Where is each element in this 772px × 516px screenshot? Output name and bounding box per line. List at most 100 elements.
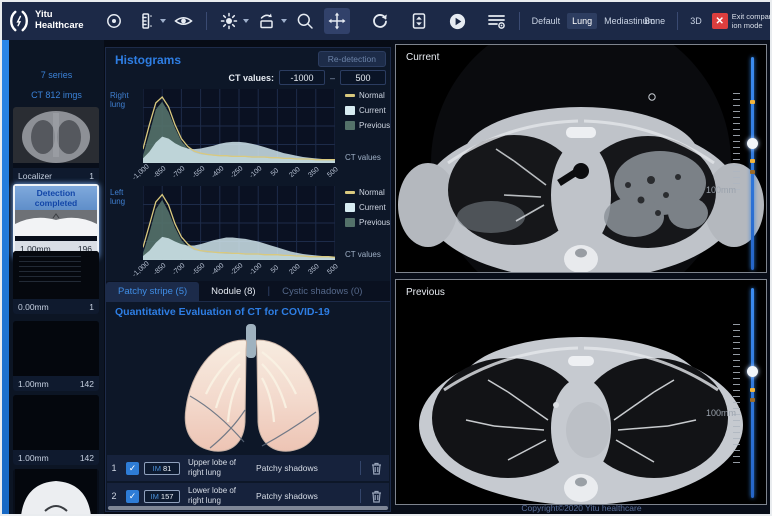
finding-tabs: Patchy stripe (5) Nodule (8) | Cystic sh…	[106, 281, 390, 302]
lesion-marker-dot[interactable]	[750, 388, 755, 392]
delete-row-button[interactable]	[367, 462, 385, 475]
current-swatch	[345, 203, 355, 212]
left-accent-bar	[2, 40, 9, 514]
eye-icon[interactable]	[171, 8, 197, 34]
measure-dropdown-caret[interactable]	[160, 19, 166, 23]
detection-thumbnail-image	[15, 210, 97, 236]
im-label: IM	[151, 492, 159, 501]
current-slice-slider[interactable]	[751, 57, 754, 270]
slider-handle[interactable]	[747, 138, 758, 149]
dose-report-thumbnail-image	[13, 251, 99, 299]
legend-previous: Previous	[359, 121, 390, 130]
previous-slice-slider[interactable]	[751, 288, 754, 498]
horizontal-scrollbar[interactable]	[108, 506, 388, 510]
ct-max-input[interactable]	[340, 70, 386, 85]
redetection-button[interactable]: Re-detection	[318, 51, 386, 67]
preset-mediastinum-button[interactable]: Mediastinum	[599, 13, 637, 29]
left-lung-label: Leftlung	[110, 188, 142, 206]
histogram-svg	[143, 89, 335, 163]
ct-values-axis-label: CT values	[345, 153, 381, 162]
right-lung-label: Rightlung	[110, 91, 142, 109]
pan-icon[interactable]	[324, 8, 350, 34]
exit-comparation-label: Exit comparation mode	[732, 12, 772, 30]
series-thumbnail-image	[13, 395, 99, 450]
row-checkbox[interactable]: ✓	[126, 490, 139, 503]
flip-rotate-icon[interactable]	[254, 8, 280, 34]
lesion-marker-dot[interactable]	[750, 398, 755, 402]
annotation-list-icon[interactable]	[484, 8, 510, 34]
previous-swatch	[345, 121, 355, 130]
series-thumbnail-dose-report[interactable]: 0.00mm 1	[13, 251, 99, 314]
current-swatch	[345, 106, 355, 115]
evaluation-title: Quantitative Evaluation of CT for COVID-…	[115, 306, 330, 318]
app-logo: Yitu Healthcare	[8, 9, 84, 33]
series-count: 1	[89, 171, 94, 181]
left-lung-chart[interactable]	[143, 186, 335, 260]
ct-min-input[interactable]	[279, 70, 325, 85]
scale-label: 100mm	[706, 185, 736, 195]
lesion-marker-dot[interactable]	[750, 170, 755, 174]
tab-cystic-shadows[interactable]: Cystic shadows (0)	[270, 282, 374, 301]
previous-viewport[interactable]: Previous	[395, 279, 767, 505]
series-thumbnail-5[interactable]: 1.00mm 142	[13, 395, 99, 465]
ct-values-range: CT values: –	[228, 70, 386, 85]
legend-previous: Previous	[359, 218, 390, 227]
cine-play-icon[interactable]	[445, 8, 471, 34]
current-viewport[interactable]: Current	[395, 44, 767, 273]
flip-rotate-dropdown-caret[interactable]	[281, 19, 287, 23]
series-thumbnail-image	[13, 469, 99, 516]
brand-line-2: Healthcare	[35, 21, 84, 32]
lesion-marker-dot[interactable]	[750, 159, 755, 163]
previous-swatch	[345, 218, 355, 227]
series-thumbnail-6[interactable]	[13, 469, 99, 516]
thumbnail-label: Localizer 1	[13, 168, 99, 183]
histogram-legend: Normal Current Previous	[345, 188, 390, 233]
toolbar-separator	[519, 12, 520, 30]
series-thumbnail-4[interactable]: 1.00mm 142	[13, 321, 99, 391]
lesion-marker-dot[interactable]	[750, 100, 755, 104]
window-level-dropdown-caret[interactable]	[243, 19, 249, 23]
histogram-legend: Normal Current Previous	[345, 91, 390, 136]
lung-illustration	[156, 324, 346, 452]
preset-bone-button[interactable]: Bone	[639, 13, 670, 29]
row-checkbox[interactable]: ✓	[126, 462, 139, 475]
image-number-badge[interactable]: IM 157	[144, 490, 180, 503]
tab-patchy-stripe[interactable]: Patchy stripe (5)	[106, 282, 199, 301]
toolbar-separator	[206, 12, 207, 30]
tab-nodule[interactable]: Nodule (8)	[199, 282, 267, 301]
preset-lung-button[interactable]: Lung	[567, 13, 597, 29]
series-scroll-icon[interactable]	[406, 8, 432, 34]
application-window: Yitu Healthcare	[0, 0, 772, 516]
measure-icon[interactable]	[133, 8, 159, 34]
exit-comparation-group: ✕ Exit comparation mode	[712, 12, 772, 30]
thumbnail-label: 0.00mm 1	[13, 299, 99, 314]
detection-status-badge: Detection completed	[15, 186, 97, 210]
analysis-panel: Histograms Re-detection CT values: – Rig…	[105, 47, 391, 512]
series-label: 1.00mm	[18, 379, 49, 389]
legend-normal: Normal	[359, 91, 385, 100]
zoom-icon[interactable]	[292, 8, 318, 34]
series-thumbnail-detection[interactable]: Detection completed 1.00mm 196	[13, 184, 99, 258]
legend-current: Current	[359, 203, 386, 212]
copyright-label: Copyright©2020 Yitu healthcare	[391, 503, 772, 513]
right-lung-chart[interactable]	[143, 89, 335, 163]
row-number: 1	[107, 463, 121, 473]
lesion-location: Upper lobe of right lung	[188, 458, 250, 477]
slider-handle[interactable]	[747, 366, 758, 377]
target-icon[interactable]	[101, 8, 127, 34]
delete-row-button[interactable]	[367, 490, 385, 503]
row-number: 2	[107, 491, 121, 501]
refresh-icon[interactable]	[367, 8, 393, 34]
modality-count-label: CT 812 imgs	[9, 90, 104, 100]
preset-default-button[interactable]: Default	[527, 13, 566, 29]
series-count: 142	[80, 453, 94, 463]
window-level-icon[interactable]	[216, 8, 242, 34]
threed-button[interactable]: 3D	[685, 13, 707, 29]
exit-comparation-button[interactable]: ✕	[712, 13, 728, 29]
histogram-svg	[143, 186, 335, 260]
series-label: Localizer	[18, 171, 52, 181]
range-separator: –	[330, 73, 335, 83]
image-number-badge[interactable]: IM 81	[144, 462, 180, 475]
series-thumbnail-localizer[interactable]: Localizer 1	[13, 107, 99, 183]
right-lung-histogram: Rightlung -1,000-850-700-550-400-250-100…	[106, 89, 392, 189]
